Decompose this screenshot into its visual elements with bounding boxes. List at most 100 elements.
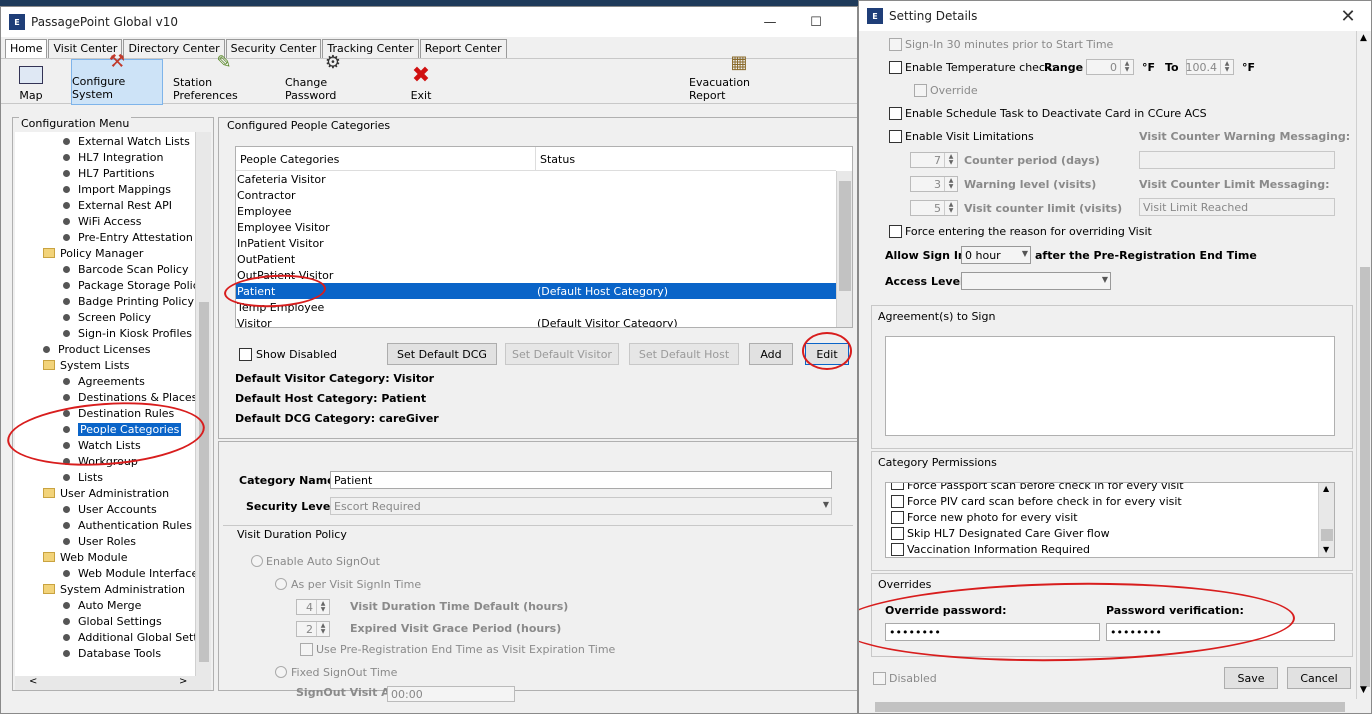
tree-item[interactable]: Agreements	[63, 373, 145, 389]
table-scroll-thumb[interactable]	[839, 181, 851, 291]
tree-item[interactable]: Package Storage Policy	[63, 277, 195, 293]
tree-item[interactable]: Database Tools	[63, 645, 161, 661]
permission-checkbox[interactable]	[891, 511, 904, 524]
tree-item[interactable]: Pre-Entry Attestation	[63, 229, 193, 245]
range-to-spinner[interactable]: 100.4 ▲ ▼	[1186, 59, 1234, 75]
station-preferences-button[interactable]: ✎ Station Preferences	[173, 52, 275, 105]
column-header-category[interactable]: People Categories	[240, 153, 339, 166]
scroll-down-icon[interactable]: ▼	[1323, 545, 1329, 554]
tree-item[interactable]: External Rest API	[63, 197, 172, 213]
tree-scroll-thumb[interactable]	[199, 302, 209, 662]
table-row[interactable]: Employee Visitor	[236, 219, 836, 235]
table-row[interactable]: Contractor	[236, 187, 836, 203]
configure-system-button[interactable]: ⚒ Configure System	[71, 51, 163, 105]
tree-folder[interactable]: System Administration	[43, 581, 185, 597]
as-per-signin-radio[interactable]	[275, 578, 287, 590]
change-password-button[interactable]: ⚙ Change Password	[285, 52, 381, 105]
map-button[interactable]: Map	[7, 59, 55, 105]
tree-item[interactable]: Global Settings	[63, 613, 162, 629]
close-icon[interactable]: ✕	[1325, 1, 1371, 31]
tree-item[interactable]: Barcode Scan Policy	[63, 261, 188, 277]
warning-level-spinner[interactable]: 3 ▲ ▼	[910, 176, 958, 192]
tree-folder[interactable]: Policy Manager	[43, 245, 143, 261]
tree-item[interactable]: WiFi Access	[63, 213, 141, 229]
set-default-visitor-button[interactable]: Set Default Visitor	[505, 343, 619, 365]
tab-directory-center[interactable]: Directory Center	[123, 39, 225, 58]
tree-item[interactable]: User Accounts	[63, 501, 157, 517]
permissions-scroll-thumb[interactable]	[1321, 529, 1333, 541]
warning-messaging-input[interactable]	[1139, 151, 1335, 169]
tree-item[interactable]: Screen Policy	[63, 309, 151, 325]
set-default-dcg-button[interactable]: Set Default DCG	[387, 343, 497, 365]
tree-item[interactable]: HL7 Integration	[63, 149, 164, 165]
tree-item[interactable]: HL7 Partitions	[63, 165, 154, 181]
force-reason-checkbox[interactable]	[889, 225, 902, 238]
tree-folder[interactable]: Web Module	[43, 549, 127, 565]
dialog-vertical-scrollbar[interactable]: ▲ ▼	[1356, 31, 1371, 699]
tree-item[interactable]: Product Licenses	[43, 341, 150, 357]
tree-folder[interactable]: User Administration	[43, 485, 169, 501]
table-row[interactable]: OutPatient Visitor	[236, 267, 836, 283]
table-row[interactable]: Cafeteria Visitor	[236, 171, 836, 187]
scroll-right-icon[interactable]: >	[179, 676, 187, 687]
minimize-icon[interactable]: —	[747, 7, 793, 37]
table-row-selected[interactable]: Patient (Default Host Category)	[236, 283, 836, 299]
table-row[interactable]: Temp Employee	[236, 299, 836, 315]
tree-item[interactable]: Authentication Rules	[63, 517, 192, 533]
disabled-checkbox[interactable]	[873, 672, 886, 685]
table-row[interactable]: OutPatient	[236, 251, 836, 267]
scroll-down-icon[interactable]: ▼	[1360, 685, 1367, 695]
access-level-select[interactable]: ▼	[961, 272, 1111, 290]
use-prereg-checkbox[interactable]	[300, 643, 313, 656]
permission-checkbox[interactable]	[891, 527, 904, 540]
exit-button[interactable]: ✖ Exit	[401, 59, 441, 105]
counter-period-spinner[interactable]: 7 ▲ ▼	[910, 152, 958, 168]
range-from-spinner[interactable]: 0 ▲ ▼	[1086, 59, 1134, 75]
tree-horizontal-scrollbar[interactable]: < >	[15, 676, 211, 690]
scroll-up-icon[interactable]: ▲	[1360, 33, 1367, 43]
tree-item[interactable]: Lists	[63, 469, 103, 485]
schedule-task-checkbox[interactable]	[889, 107, 902, 120]
tree-item[interactable]: Import Mappings	[63, 181, 171, 197]
set-default-host-button[interactable]: Set Default Host	[629, 343, 739, 365]
tree-item[interactable]: User Roles	[63, 533, 136, 549]
security-level-select[interactable]: Escort Required ▼	[330, 497, 832, 515]
tab-home[interactable]: Home	[5, 39, 48, 58]
limit-messaging-input[interactable]: Visit Limit Reached	[1139, 198, 1335, 216]
visit-limitations-checkbox[interactable]	[889, 130, 902, 143]
tab-report-center[interactable]: Report Center	[419, 39, 507, 58]
permission-checkbox[interactable]	[891, 543, 904, 556]
save-button[interactable]: Save	[1224, 667, 1278, 689]
override-checkbox[interactable]	[914, 84, 927, 97]
table-vertical-scrollbar[interactable]	[836, 171, 852, 327]
tree-vertical-scrollbar[interactable]	[195, 132, 211, 676]
evacuation-report-button[interactable]: ▦ Evacuation Report	[689, 52, 789, 105]
agreements-list[interactable]	[885, 336, 1335, 436]
tree-item[interactable]: Web Module Interfaces	[63, 565, 195, 581]
grace-period-spinner[interactable]: 2 ▲ ▼	[296, 621, 330, 637]
cancel-button[interactable]: Cancel	[1287, 667, 1351, 689]
scroll-up-icon[interactable]: ▲	[1323, 484, 1329, 493]
signin-30-checkbox[interactable]	[889, 38, 902, 51]
permission-checkbox[interactable]	[891, 483, 904, 490]
tree-item[interactable]: Badge Printing Policy	[63, 293, 194, 309]
enable-auto-signout-radio[interactable]	[251, 555, 263, 567]
tree-item[interactable]: Sign-in Kiosk Profiles	[63, 325, 192, 341]
permission-checkbox[interactable]	[891, 495, 904, 508]
tab-security-center[interactable]: Security Center	[225, 39, 322, 58]
scroll-left-icon[interactable]: <	[29, 676, 37, 687]
show-disabled-checkbox[interactable]	[239, 348, 252, 361]
tree-item[interactable]: Additional Global Setting	[63, 629, 195, 645]
dialog-scroll-thumb[interactable]	[1360, 267, 1370, 687]
tree-item[interactable]: Auto Merge	[63, 597, 141, 613]
add-button[interactable]: Add	[749, 343, 793, 365]
tree-folder[interactable]: System Lists	[43, 357, 129, 373]
dialog-horizontal-scrollbar[interactable]	[859, 699, 1356, 713]
table-row[interactable]: InPatient Visitor	[236, 235, 836, 251]
signout-at-spinner[interactable]: 00:00	[387, 686, 515, 702]
column-header-status[interactable]: Status	[540, 153, 575, 166]
fixed-signout-radio[interactable]	[275, 666, 287, 678]
permissions-scrollbar[interactable]: ▲ ▼	[1318, 483, 1334, 557]
visit-duration-spinner[interactable]: 4 ▲ ▼	[296, 599, 330, 615]
allow-signin-select[interactable]: 0 hour ▼	[961, 246, 1031, 264]
